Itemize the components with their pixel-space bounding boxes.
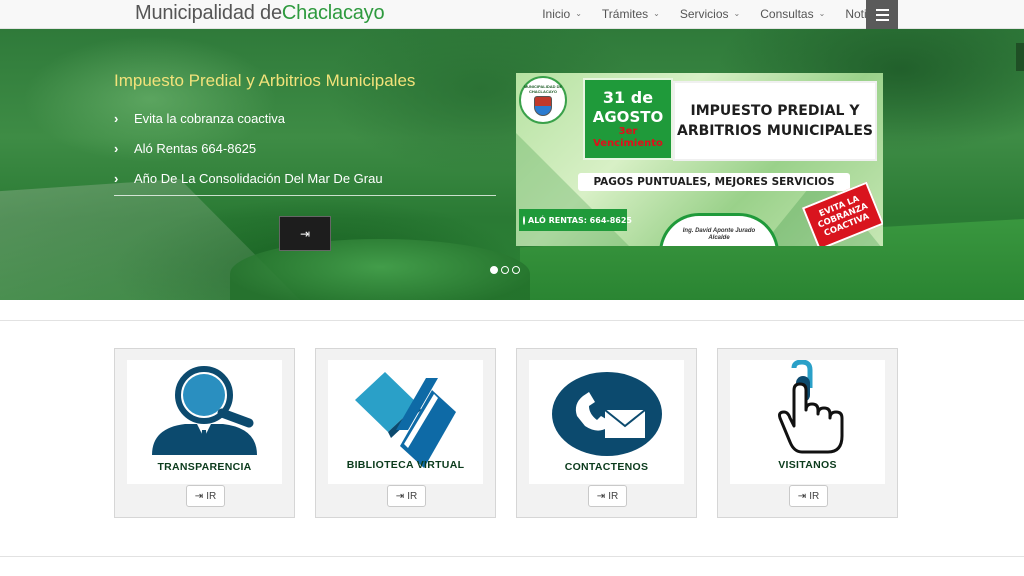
nav-item-consultas[interactable]: Consultas ⌄	[750, 0, 835, 28]
banner-slogan: PAGOS PUNTUALES, MEJORES SERVICIOS	[578, 173, 850, 191]
nav-item-servicios[interactable]: Servicios ⌄	[670, 0, 750, 28]
card-image[interactable]: VISITANOS	[730, 360, 885, 484]
nav-item-label: Servicios	[679, 7, 729, 21]
carousel-dot-1[interactable]	[490, 266, 498, 274]
hamburger-icon-bar	[875, 18, 889, 21]
ir-button-label: IR	[809, 490, 820, 502]
ir-button-label: IR	[407, 490, 418, 502]
hero-bg-hedge	[230, 239, 530, 300]
hamburger-icon-bar	[875, 13, 889, 16]
hero-divider	[114, 195, 496, 196]
due-line-2: Vencimiento	[593, 138, 663, 149]
chevron-down-icon: ⌄	[653, 9, 660, 18]
banner-title-line1: IMPUESTO PREDIAL Y	[690, 103, 860, 119]
card-visitanos: VISITANOS ⇥ IR	[717, 348, 898, 518]
hero-bullet-text: Año De La Consolidación Del Mar De Grau	[134, 170, 383, 186]
ir-button-label: IR	[608, 490, 619, 502]
card-label: BIBLIOTECA VIRTUAL	[346, 459, 465, 471]
hamburger-menu-button[interactable]	[866, 0, 898, 29]
banner-title-line2: ARBITRIOS MUNICIPALES	[677, 123, 873, 139]
nav-item-inicio[interactable]: Inicio ⌄	[532, 0, 592, 28]
banner-due-date: 31 de AGOSTO 3er Vencimiento	[583, 78, 673, 160]
banner-phone-text: ALÓ RENTAS: 664-8625	[528, 215, 632, 225]
carousel-dot-3[interactable]	[512, 266, 520, 274]
ir-button-biblioteca-virtual[interactable]: ⇥ IR	[387, 485, 426, 507]
card-image[interactable]: TRANSPARENCIA	[127, 360, 282, 484]
hero-bullet-list: › Evita la cobranza coactiva › Aló Renta…	[114, 103, 383, 193]
brand-highlight: Chaclacayo	[281, 2, 385, 24]
card-image[interactable]: BIBLIOTECA VIRTUAL	[328, 360, 483, 484]
due-date-month: AGOSTO	[592, 108, 664, 126]
list-item: › Evita la cobranza coactiva	[114, 103, 383, 133]
ir-button-visitanos[interactable]: ⇥ IR	[789, 485, 828, 507]
sign-in-icon: ⇥	[194, 490, 204, 502]
mayor-role: Alcalde	[708, 235, 730, 241]
hero-enter-button[interactable]: ⇥	[279, 216, 331, 251]
carousel-dot-2[interactable]	[501, 266, 509, 274]
site-brand[interactable]: Municipalidad deChaclacayo	[135, 1, 385, 25]
hamburger-icon-bar	[875, 8, 889, 11]
main-nav: Inicio ⌄ Trámites ⌄ Servicios ⌄ Consulta…	[532, 0, 898, 28]
hero-title: Impuesto Predial y Arbitrios Municipales	[114, 71, 416, 90]
card-contactenos: CONTACTENOS ⇥ IR	[516, 348, 697, 518]
banner-phone: ALÓ RENTAS: 664-8625	[519, 209, 632, 231]
hero-carousel: Impuesto Predial y Arbitrios Municipales…	[0, 29, 1024, 300]
hero-bullet-text: Evita la cobranza coactiva	[134, 110, 286, 126]
mayor-name: Ing. David Aponte Jurado	[682, 228, 756, 234]
banner-title-box: IMPUESTO PREDIAL Y ARBITRIOS MUNICIPALES	[673, 81, 877, 161]
logo-text: MUNICIPALIDAD DE CHACLACAYO	[523, 84, 563, 94]
carousel-indicators	[490, 266, 520, 274]
nav-item-label: Consultas	[760, 7, 814, 21]
card-label: TRANSPARENCIA	[157, 461, 252, 473]
whatsapp-icon	[523, 215, 525, 225]
sign-in-icon: ⇥	[395, 490, 405, 502]
card-image[interactable]: CONTACTENOS	[529, 360, 684, 484]
chevron-down-icon: ⌄	[818, 9, 826, 18]
chevron-down-icon: ⌄	[575, 9, 582, 18]
card-biblioteca-virtual: BIBLIOTECA VIRTUAL ⇥ IR	[315, 348, 496, 518]
ir-button-label: IR	[206, 490, 217, 502]
nav-item-label: Inicio	[542, 7, 571, 21]
shield-icon	[534, 96, 552, 116]
list-item: › Aló Rentas 664-8625	[114, 133, 383, 163]
section-divider	[0, 320, 1024, 321]
due-line-1: 3er	[618, 126, 638, 137]
page-root: Municipalidad deChaclacayo Inicio ⌄ Trám…	[0, 0, 1024, 576]
due-date-day: 31 de	[602, 88, 654, 107]
chevron-right-icon: ›	[114, 170, 119, 186]
brand-prefix: Municipalidad de	[135, 2, 282, 24]
chevron-right-icon: ›	[114, 140, 119, 156]
ir-button-transparencia[interactable]: ⇥ IR	[186, 485, 225, 507]
tax-banner-image[interactable]: MUNICIPALIDAD DE CHACLACAYO 31 de AGOSTO…	[516, 73, 883, 246]
section-divider	[0, 556, 1024, 557]
ir-button-contactenos[interactable]: ⇥ IR	[588, 485, 627, 507]
card-transparencia: TRANSPARENCIA ⇥ IR	[114, 348, 295, 518]
municipality-logo: MUNICIPALIDAD DE CHACLACAYO	[519, 76, 567, 124]
carousel-edge-control[interactable]	[1016, 43, 1024, 71]
banner-mayor: Ing. David Aponte Jurado Alcalde	[659, 213, 779, 246]
chevron-right-icon: ›	[114, 110, 119, 126]
card-label: VISITANOS	[778, 459, 837, 471]
sign-in-icon: ⇥	[596, 490, 606, 502]
top-navbar: Municipalidad deChaclacayo Inicio ⌄ Trám…	[0, 0, 1024, 29]
hero-bullet-text: Aló Rentas 664-8625	[134, 140, 257, 156]
card-label: CONTACTENOS	[564, 461, 649, 473]
nav-item-label: Trámites	[601, 7, 649, 21]
nav-item-tramites[interactable]: Trámites ⌄	[592, 0, 670, 28]
chevron-down-icon: ⌄	[733, 9, 741, 18]
list-item: › Año De La Consolidación Del Mar De Gra…	[114, 163, 383, 193]
sign-in-icon: ⇥	[299, 226, 311, 241]
sign-in-icon: ⇥	[797, 490, 807, 502]
